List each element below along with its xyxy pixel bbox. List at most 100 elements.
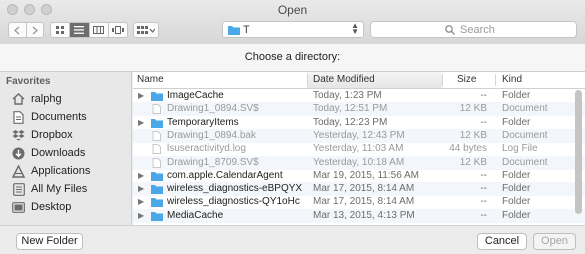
column-kind-header[interactable]: Kind	[502, 74, 522, 85]
column-header: Name Date Modified Size Kind	[133, 72, 585, 89]
folder-icon	[228, 26, 240, 35]
file-date: Mar 17, 2015, 8:14 AM	[313, 196, 415, 208]
file-size: --	[480, 183, 487, 195]
column-divider	[307, 74, 308, 86]
file-kind: Document	[502, 129, 548, 141]
file-row[interactable]: ▶ com.apple.CalendarAgent Mar 19, 2015, 11…	[133, 169, 585, 183]
file-date: Today, 12:51 PM	[313, 103, 388, 115]
dropbox-icon	[12, 129, 25, 142]
window-title: Open	[277, 3, 308, 17]
file-date: Yesterday, 10:18 AM	[313, 156, 405, 168]
column-name-header[interactable]: Name	[137, 74, 164, 85]
bottom-bar: New Folder Cancel Open	[0, 225, 585, 254]
disclosure-triangle-icon[interactable]: ▶	[138, 91, 144, 100]
file-date: Mar 19, 2015, 11:56 AM	[313, 169, 419, 181]
applications-icon	[12, 164, 25, 178]
sidebar-item-desktop[interactable]: Desktop	[12, 199, 71, 215]
disclosure-triangle-icon[interactable]: ▶	[138, 184, 144, 193]
back-button[interactable]	[9, 23, 26, 37]
title-bar: Open T ▲ ▼ Search	[0, 0, 585, 45]
file-size: --	[480, 209, 487, 221]
file-size: 12 KB	[459, 156, 487, 168]
file-date: Mar 17, 2015, 8:14 AM	[313, 183, 415, 195]
sidebar-item-documents[interactable]: Documents	[12, 109, 87, 125]
file-name: MediaCache	[167, 209, 224, 221]
cancel-button[interactable]: Cancel	[477, 233, 527, 250]
sidebar-item-home[interactable]: ralphg	[12, 91, 62, 107]
search-icon	[445, 25, 455, 35]
file-row[interactable]: ▶ MediaCache Mar 13, 2015, 4:13 PM -- Folder	[133, 208, 585, 223]
file-date: Today, 12:23 PM	[313, 116, 388, 128]
sidebar-heading: Favorites	[6, 76, 51, 87]
file-row[interactable]: Drawing1_0894.bak Yesterday, 12:43 PM 12 K…	[133, 128, 585, 143]
file-row[interactable]: Drawing1_0894.SV$ Today, 12:51 PM 12 KB Doc…	[133, 102, 585, 117]
sidebar-item-downloads[interactable]: Downloads	[12, 145, 85, 161]
sidebar-item-dropbox[interactable]: Dropbox	[12, 127, 73, 143]
downloads-icon	[12, 147, 25, 160]
columns-icon	[93, 26, 105, 34]
sidebar-item-label: Applications	[31, 165, 91, 177]
list-icon	[74, 26, 85, 34]
disclosure-triangle-icon[interactable]: ▶	[138, 171, 144, 180]
grid-icon	[55, 25, 64, 34]
disclosure-triangle-icon[interactable]: ▶	[138, 118, 144, 127]
open-dialog: Open T ▲ ▼ Search Choose a directory: Fa…	[0, 0, 585, 254]
file-size: --	[480, 196, 487, 208]
file-size: 12 KB	[459, 103, 487, 115]
file-kind: Folder	[502, 169, 531, 181]
column-divider	[442, 74, 443, 86]
chevron-left-icon	[14, 26, 20, 34]
file-row[interactable]: ▶ TemporaryItems Today, 12:23 PM -- Folder	[133, 116, 585, 130]
column-date-header[interactable]: Date Modified	[313, 74, 375, 85]
file-row[interactable]: ▶ ImageCache Today, 1:23 PM -- Folder	[133, 89, 585, 103]
search-placeholder: Search	[460, 24, 495, 36]
sidebar-item-label: Documents	[31, 111, 87, 123]
forward-button[interactable]	[25, 23, 44, 37]
vertical-scrollbar[interactable]	[575, 90, 582, 214]
list-view-button[interactable]	[69, 23, 89, 37]
folder-icon	[151, 185, 163, 195]
file-name: Drawing1_0894.SV$	[167, 103, 259, 115]
back-forward-group	[8, 22, 44, 38]
file-name: Drawing1_8709.SV$	[167, 156, 259, 168]
path-popup[interactable]: T ▲ ▼	[222, 21, 364, 38]
file-date: Mar 13, 2015, 4:13 PM	[313, 209, 415, 221]
file-name: com.apple.CalendarAgent	[167, 169, 283, 181]
file-row[interactable]: ▶ wireless_diagnostics-QY1oHc Mar 17, 2015…	[133, 195, 585, 209]
file-size: 44 bytes	[449, 143, 487, 155]
icon-view-button[interactable]	[51, 23, 69, 37]
disclosure-triangle-icon[interactable]: ▶	[138, 211, 144, 220]
file-row[interactable]: lsuseractivityd.log Yesterday, 11:03 AM 44…	[133, 142, 585, 156]
file-kind: Folder	[502, 209, 531, 221]
column-view-button[interactable]	[88, 23, 108, 37]
file-list: Name Date Modified Size Kind ▶ ImageCache…	[133, 72, 585, 225]
folder-icon	[151, 92, 163, 101]
sidebar-item-all-my-files[interactable]: All My Files	[12, 181, 87, 197]
directory-prompt: Choose a directory:	[0, 44, 585, 72]
desktop-icon	[12, 201, 25, 214]
file-date: Yesterday, 12:43 PM	[313, 129, 405, 141]
folder-icon	[151, 198, 163, 208]
file-name: TemporaryItems	[167, 116, 239, 128]
sidebar-item-label: All My Files	[31, 183, 88, 195]
file-kind: Folder	[502, 196, 531, 208]
column-size-header[interactable]: Size	[457, 74, 476, 85]
chevron-right-icon	[32, 26, 38, 34]
file-row[interactable]: ▶ wireless_diagnostics-eBPQYX Mar 17, 2015…	[133, 182, 585, 197]
file-kind: Document	[502, 103, 548, 115]
document-icon	[152, 104, 161, 115]
arrange-button[interactable]	[133, 22, 159, 38]
file-name: lsuseractivityd.log	[167, 143, 246, 155]
disclosure-triangle-icon[interactable]: ▶	[138, 197, 144, 206]
document-icon	[152, 130, 161, 141]
open-button[interactable]: Open	[533, 233, 576, 250]
folder-icon	[151, 211, 163, 221]
sidebar-item-label: Dropbox	[31, 129, 73, 141]
sidebar-item-applications[interactable]: Applications	[12, 163, 90, 179]
file-kind: Folder	[502, 90, 531, 101]
file-name: Drawing1_0894.bak	[167, 129, 256, 141]
search-field[interactable]: Search	[370, 21, 577, 38]
file-row[interactable]: Drawing1_8709.SV$ Yesterday, 10:18 AM 12 K…	[133, 155, 585, 170]
cover-flow-button[interactable]	[107, 23, 127, 37]
new-folder-button[interactable]: New Folder	[16, 233, 83, 250]
